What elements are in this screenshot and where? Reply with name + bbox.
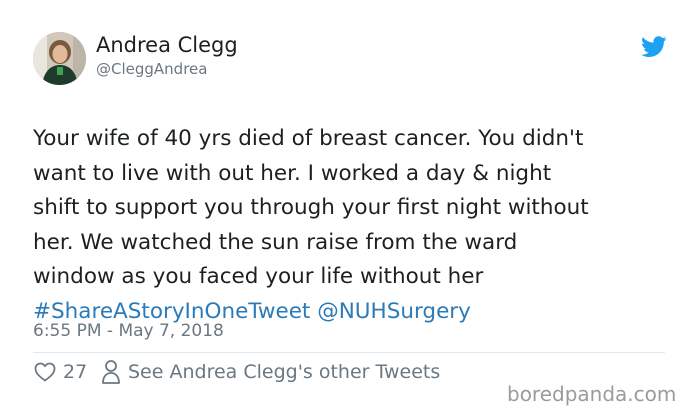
tweet-text: Your wife of 40 yrs died of breast cance…	[33, 122, 673, 330]
mention-link[interactable]: @NUHSurgery	[317, 299, 471, 324]
author-handle[interactable]: @CleggAndrea	[96, 60, 207, 78]
tweet-card: Andrea Clegg @CleggAndrea Your wife of 4…	[0, 0, 700, 415]
like-count[interactable]: 27	[63, 361, 87, 383]
tweet-line: shift to support you through your first …	[33, 195, 589, 221]
tweet-line: window as you faced your life without he…	[33, 264, 484, 290]
avatar-photo	[33, 32, 86, 85]
watermark: boredpanda.com	[507, 382, 677, 406]
tweet-line: want to live with out her. I worked a da…	[33, 160, 552, 186]
avatar[interactable]	[33, 32, 86, 85]
author-name[interactable]: Andrea Clegg	[96, 33, 238, 57]
twitter-bird-icon[interactable]	[641, 36, 667, 58]
tweet-line: Your wife of 40 yrs died of breast cance…	[33, 126, 584, 151]
divider	[33, 352, 665, 353]
see-other-tweets-link[interactable]: See Andrea Clegg's other Tweets	[128, 361, 440, 383]
tweet-timestamp[interactable]: 6:55 PM - May 7, 2018	[33, 321, 224, 341]
person-icon	[102, 360, 120, 384]
tweet-line: her. We watched the sun raise from the w…	[33, 229, 518, 255]
heart-icon[interactable]	[33, 360, 57, 384]
